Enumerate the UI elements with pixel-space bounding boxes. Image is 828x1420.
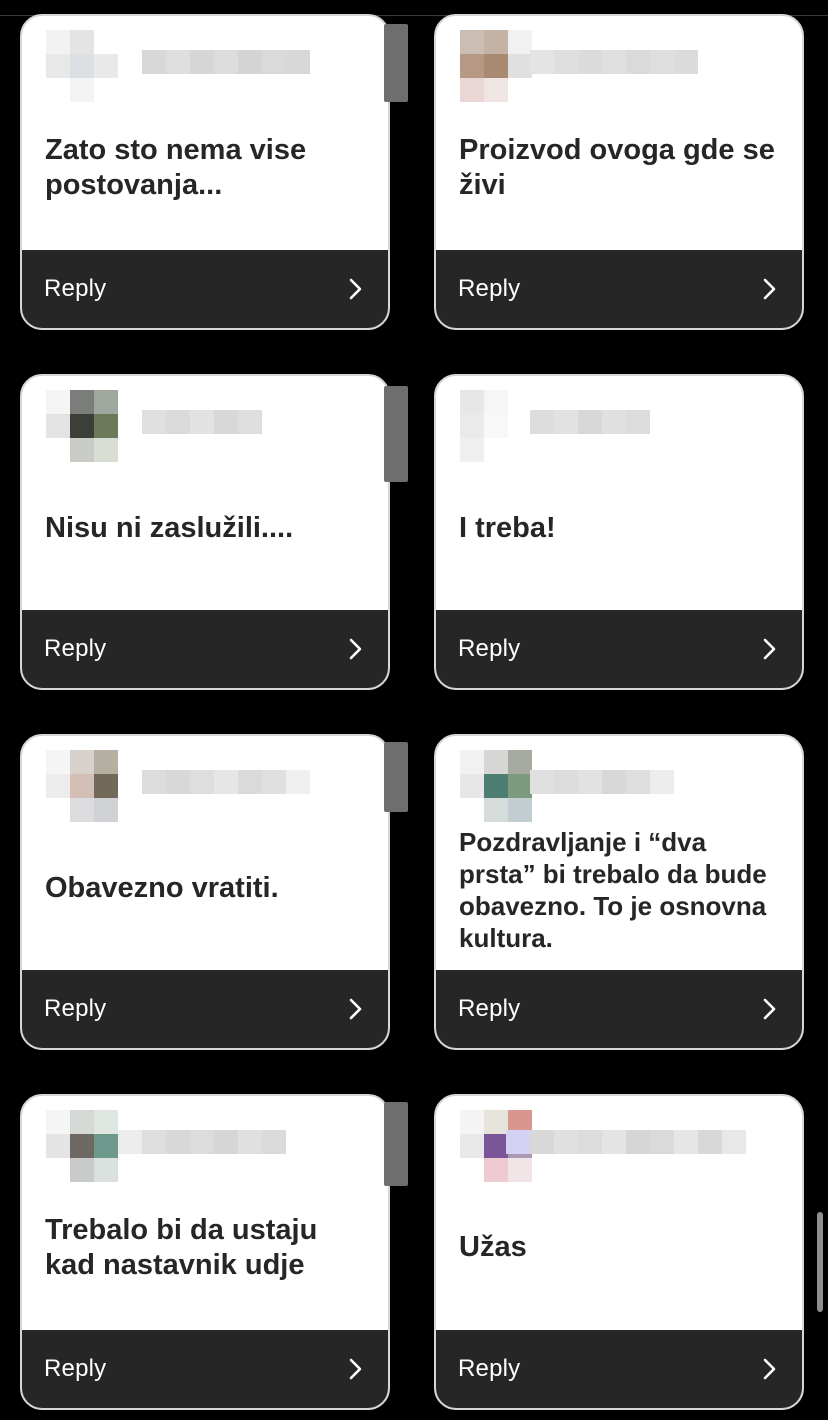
avatar [46,750,118,822]
comment-card[interactable]: Zato sto nema vise postovanja... Reply [20,14,390,330]
username-blurred [530,50,698,74]
reply-button[interactable]: Reply [436,250,802,328]
avatar [46,390,118,462]
comment-text: Užas [459,1231,527,1263]
card-scroll-handle[interactable] [384,386,408,482]
comment-text: Nisu ni zaslužili.... [45,512,294,544]
reply-button[interactable]: Reply [436,1330,802,1408]
comment-text: Proizvod ovoga gde se živi [459,134,775,201]
username-blurred [118,1130,286,1154]
chevron-right-icon [344,638,366,660]
card-scroll-handle[interactable] [384,24,408,102]
reply-label: Reply [44,995,107,1022]
reply-button[interactable]: Reply [22,610,388,688]
username-blurred [530,770,674,794]
reply-button[interactable]: Reply [436,610,802,688]
avatar [46,30,118,102]
comment-card[interactable]: Nisu ni zaslužili.... Reply [20,374,390,690]
reply-button[interactable]: Reply [436,970,802,1048]
chevron-right-icon [758,278,780,300]
chevron-right-icon [758,998,780,1020]
username-blurred [142,50,310,74]
comment-text: Obavezno vratiti. [45,872,279,904]
page-scrollbar[interactable] [817,1212,823,1312]
username-blurred [142,770,310,794]
username-blurred [142,410,262,434]
username-blurred [530,410,650,434]
avatar [460,30,532,102]
avatar [460,750,532,822]
card-scroll-handle[interactable] [384,742,408,812]
avatar [46,1110,118,1182]
card-scroll-handle[interactable] [384,1102,408,1186]
reply-label: Reply [44,635,107,662]
reply-label: Reply [44,1355,107,1382]
reply-label: Reply [458,275,521,302]
avatar [460,390,532,462]
reply-label: Reply [458,635,521,662]
reply-label: Reply [44,275,107,302]
chevron-right-icon [758,1358,780,1380]
comment-text: Zato sto nema vise postovanja... [45,134,307,201]
comment-text: Trebalo bi da ustaju kad nastavnik udje [45,1214,318,1281]
chevron-right-icon [344,278,366,300]
chevron-right-icon [344,998,366,1020]
chevron-right-icon [758,638,780,660]
reply-label: Reply [458,995,521,1022]
chevron-right-icon [344,1358,366,1380]
comment-card[interactable]: Proizvod ovoga gde se živi Reply [434,14,804,330]
comment-card[interactable]: I treba! Reply [434,374,804,690]
comment-text: Pozdravljanje i “dva prsta” bi trebalo d… [459,827,767,953]
reply-button[interactable]: Reply [22,1330,388,1408]
comment-card[interactable]: Pozdravljanje i “dva prsta” bi trebalo d… [434,734,804,1050]
reply-button[interactable]: Reply [22,250,388,328]
comment-text: I treba! [459,512,556,544]
comment-card[interactable]: Obavezno vratiti. Reply [20,734,390,1050]
comment-card[interactable]: Užas Reply [434,1094,804,1410]
reply-button[interactable]: Reply [22,970,388,1048]
username-blurred [506,1130,746,1154]
reply-label: Reply [458,1355,521,1382]
comment-card[interactable]: Trebalo bi da ustaju kad nastavnik udje … [20,1094,390,1410]
